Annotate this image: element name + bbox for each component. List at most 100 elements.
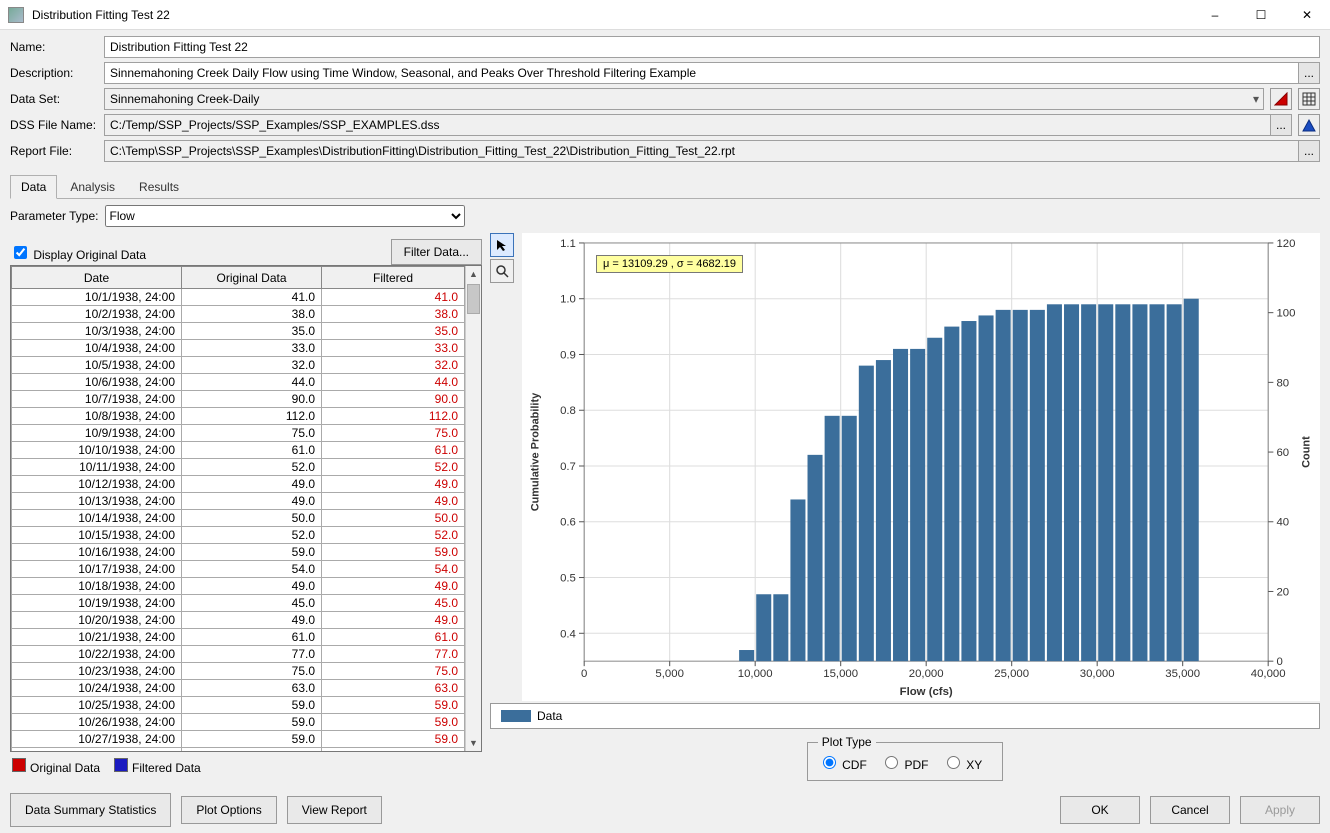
tab-analysis[interactable]: Analysis <box>59 175 126 199</box>
cell-filt: 61.0 <box>322 629 465 646</box>
table-row[interactable]: 10/28/1938, 24:0061.061.0 <box>12 748 465 752</box>
table-row[interactable]: 10/25/1938, 24:0059.059.0 <box>12 697 465 714</box>
table-row[interactable]: 10/4/1938, 24:0033.033.0 <box>12 340 465 357</box>
table-row[interactable]: 10/3/1938, 24:0035.035.0 <box>12 323 465 340</box>
svg-text:25,000: 25,000 <box>994 668 1029 680</box>
svg-text:10,000: 10,000 <box>738 668 773 680</box>
cell-date: 10/1/1938, 24:00 <box>12 289 182 306</box>
reportfile-browse-button[interactable]: ... <box>1298 140 1320 162</box>
table-row[interactable]: 10/11/1938, 24:0052.052.0 <box>12 459 465 476</box>
table-row[interactable]: 10/1/1938, 24:0041.041.0 <box>12 289 465 306</box>
table-row[interactable]: 10/27/1938, 24:0059.059.0 <box>12 731 465 748</box>
description-more-button[interactable]: ... <box>1298 62 1320 84</box>
parameter-dropdown[interactable]: Flow <box>105 205 465 227</box>
display-original-checkbox-wrap[interactable]: Display Original Data <box>10 243 146 262</box>
dialog-window: Distribution Fitting Test 22 – ☐ ✕ Name:… <box>0 0 1330 833</box>
cell-filt: 49.0 <box>322 612 465 629</box>
svg-text:40,000: 40,000 <box>1251 668 1286 680</box>
name-field[interactable]: Distribution Fitting Test 22 <box>104 36 1320 58</box>
table-row[interactable]: 10/9/1938, 24:0075.075.0 <box>12 425 465 442</box>
display-original-checkbox[interactable] <box>14 246 27 259</box>
cell-date: 10/14/1938, 24:00 <box>12 510 182 527</box>
scrollbar-thumb[interactable] <box>467 284 480 314</box>
reportfile-field[interactable]: C:\Temp\SSP_Projects\SSP_Examples\Distri… <box>104 140 1299 162</box>
cell-date: 10/5/1938, 24:00 <box>12 357 182 374</box>
name-label: Name: <box>10 40 104 54</box>
ok-button[interactable]: OK <box>1060 796 1140 824</box>
plot-type-cdf[interactable]: CDF <box>818 758 867 772</box>
dssfile-browse-button[interactable]: ... <box>1270 114 1292 136</box>
data-summary-button[interactable]: Data Summary Statistics <box>10 793 171 827</box>
view-report-button[interactable]: View Report <box>287 796 382 824</box>
cell-orig: 59.0 <box>182 544 322 561</box>
table-row[interactable]: 10/7/1938, 24:0090.090.0 <box>12 391 465 408</box>
plot-type-xy[interactable]: XY <box>942 758 982 772</box>
plot-type-pdf[interactable]: PDF <box>880 758 928 772</box>
svg-text:Flow (cfs): Flow (cfs) <box>900 686 953 698</box>
table-row[interactable]: 10/24/1938, 24:0063.063.0 <box>12 680 465 697</box>
tab-data[interactable]: Data <box>10 175 57 199</box>
col-original[interactable]: Original Data <box>182 267 322 289</box>
cell-orig: 38.0 <box>182 306 322 323</box>
cell-orig: 59.0 <box>182 731 322 748</box>
content-split: Display Original Data Filter Data... Dat… <box>10 233 1320 781</box>
zoom-tool[interactable] <box>490 259 514 283</box>
cell-filt: 35.0 <box>322 323 465 340</box>
table-row[interactable]: 10/21/1938, 24:0061.061.0 <box>12 629 465 646</box>
table-row[interactable]: 10/13/1938, 24:0049.049.0 <box>12 493 465 510</box>
cell-filt: 44.0 <box>322 374 465 391</box>
right-column: 05,00010,00015,00020,00025,00030,00035,0… <box>490 233 1320 781</box>
svg-text:0.5: 0.5 <box>560 573 576 585</box>
cell-date: 10/3/1938, 24:00 <box>12 323 182 340</box>
dssfile-field[interactable]: C:/Temp/SSP_Projects/SSP_Examples/SSP_EX… <box>104 114 1271 136</box>
plot-area[interactable]: 05,00010,00015,00020,00025,00030,00035,0… <box>522 233 1320 701</box>
pointer-tool[interactable] <box>490 233 514 257</box>
dataset-dropdown[interactable]: Sinnemahoning Creek-Daily ▾ <box>104 88 1264 110</box>
table-row[interactable]: 10/20/1938, 24:0049.049.0 <box>12 612 465 629</box>
table-row[interactable]: 10/19/1938, 24:0045.045.0 <box>12 595 465 612</box>
table-row[interactable]: 10/2/1938, 24:0038.038.0 <box>12 306 465 323</box>
cancel-button[interactable]: Cancel <box>1150 796 1230 824</box>
table-row[interactable]: 10/16/1938, 24:0059.059.0 <box>12 544 465 561</box>
table-row[interactable]: 10/23/1938, 24:0075.075.0 <box>12 663 465 680</box>
table-row[interactable]: 10/5/1938, 24:0032.032.0 <box>12 357 465 374</box>
table-row[interactable]: 10/26/1938, 24:0059.059.0 <box>12 714 465 731</box>
table-row[interactable]: 10/12/1938, 24:0049.049.0 <box>12 476 465 493</box>
table-row[interactable]: 10/14/1938, 24:0050.050.0 <box>12 510 465 527</box>
table-row[interactable]: 10/17/1938, 24:0054.054.0 <box>12 561 465 578</box>
tab-results[interactable]: Results <box>128 175 190 199</box>
scroll-down-icon[interactable]: ▼ <box>466 735 481 751</box>
dataset-plot-icon[interactable] <box>1270 88 1292 110</box>
cell-orig: 52.0 <box>182 527 322 544</box>
close-button[interactable]: ✕ <box>1284 0 1330 30</box>
cell-orig: 49.0 <box>182 476 322 493</box>
table-scrollbar[interactable]: ▲ ▼ <box>465 266 481 751</box>
apply-button[interactable]: Apply <box>1240 796 1320 824</box>
filter-data-button[interactable]: Filter Data... <box>391 239 482 265</box>
description-field[interactable]: Sinnemahoning Creek Daily Flow using Tim… <box>104 62 1299 84</box>
dssfile-dist-icon[interactable] <box>1298 114 1320 136</box>
maximize-button[interactable]: ☐ <box>1238 0 1284 30</box>
cell-orig: 49.0 <box>182 578 322 595</box>
plot-options-button[interactable]: Plot Options <box>181 796 276 824</box>
name-value: Distribution Fitting Test 22 <box>110 40 1314 54</box>
left-column: Display Original Data Filter Data... Dat… <box>10 233 482 781</box>
scroll-up-icon[interactable]: ▲ <box>466 266 481 282</box>
minimize-button[interactable]: – <box>1192 0 1238 30</box>
dataset-table-icon[interactable] <box>1298 88 1320 110</box>
table-row[interactable]: 10/22/1938, 24:0077.077.0 <box>12 646 465 663</box>
cell-orig: 61.0 <box>182 748 322 752</box>
display-original-label: Display Original Data <box>33 248 146 262</box>
col-date[interactable]: Date <box>12 267 182 289</box>
table-row[interactable]: 10/15/1938, 24:0052.052.0 <box>12 527 465 544</box>
table-row[interactable]: 10/18/1938, 24:0049.049.0 <box>12 578 465 595</box>
data-table-scroll[interactable]: Date Original Data Filtered 10/1/1938, 2… <box>11 266 465 751</box>
table-row[interactable]: 10/10/1938, 24:0061.061.0 <box>12 442 465 459</box>
reportfile-label: Report File: <box>10 144 104 158</box>
col-filtered[interactable]: Filtered <box>322 267 465 289</box>
table-row[interactable]: 10/6/1938, 24:0044.044.0 <box>12 374 465 391</box>
table-row[interactable]: 10/8/1938, 24:00112.0112.0 <box>12 408 465 425</box>
cell-filt: 75.0 <box>322 663 465 680</box>
description-label: Description: <box>10 66 104 80</box>
cell-filt: 61.0 <box>322 748 465 752</box>
